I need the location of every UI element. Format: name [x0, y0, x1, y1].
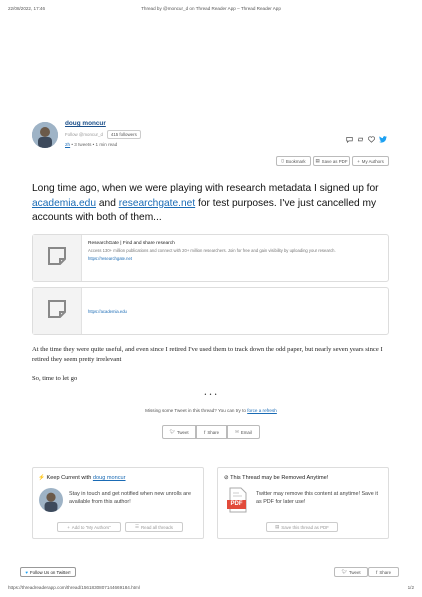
- lightning-icon: ⚡: [38, 475, 45, 481]
- link-card-title: ResearchGate | Find and share research: [88, 241, 175, 246]
- link-card-researchgate[interactable]: ResearchGate | Find and share research A…: [32, 234, 389, 282]
- link-card-description: Access 130+ million publications and con…: [88, 248, 336, 253]
- print-title: Thread by @moncur_d on Thread Reader App…: [141, 6, 281, 11]
- keep-current-panel: ⚡ Keep Current with doug moncur Stay in …: [32, 467, 204, 539]
- twitter-icon: 🐦︎: [341, 569, 347, 574]
- follow-us-button[interactable]: ♥︎ Follow Us on Twitter!: [20, 567, 76, 577]
- author-link[interactable]: doug moncur: [93, 475, 126, 481]
- link-card-url[interactable]: https://researchgate.net: [88, 256, 383, 261]
- my-authors-button[interactable]: + My Authors: [352, 156, 389, 166]
- document-placeholder-icon: [47, 299, 67, 324]
- bottom-tweet-button[interactable]: 🐦︎ Tweet: [334, 567, 368, 577]
- pdf-label: PDF: [230, 500, 243, 507]
- link-card-thumbnail: [33, 288, 82, 334]
- removal-title: This Thread may be Removed Anytime!: [230, 475, 329, 481]
- save-pdf-button[interactable]: ▤ Save as PDF: [313, 156, 350, 166]
- bottom-share-button[interactable]: f Share: [368, 567, 399, 577]
- facebook-share-button[interactable]: f Share: [196, 425, 227, 439]
- list-icon: ☰: [135, 524, 139, 529]
- keep-current-body: Stay in touch and get notified when new …: [69, 491, 191, 505]
- bookmark-button[interactable]: ▯ Bookmark: [276, 156, 311, 166]
- plus-icon: +: [357, 158, 360, 164]
- link-card-thumbnail: [33, 235, 82, 281]
- envelope-icon: ✉: [235, 429, 239, 434]
- tweet-share-button[interactable]: 🐦︎ Tweet: [162, 425, 196, 439]
- tweet-2-text: At the time they were quite useful, and …: [32, 346, 383, 363]
- print-url: https://threadreaderapp.com/thread/15618…: [8, 585, 140, 590]
- tweet-1-text: Long time ago, when we were playing with…: [32, 183, 379, 223]
- block-icon: ⊘: [224, 475, 229, 481]
- tweet-3-text: So, time to let go: [32, 375, 78, 382]
- save-thread-pdf-button[interactable]: ▤ Save this thread as PDF: [266, 522, 338, 532]
- missing-tweet-text: Missing some Tweet in this thread? You c…: [145, 408, 246, 413]
- followers-badge: 415 followers: [106, 130, 141, 139]
- researchgate-link[interactable]: researchgate.net: [119, 198, 195, 209]
- twitter-icon: 🐦︎: [169, 429, 175, 434]
- force-refresh-link[interactable]: force a refresh: [247, 408, 277, 413]
- removal-body: Twitter may remove this content at anyti…: [256, 491, 378, 505]
- facebook-icon: f: [203, 429, 206, 435]
- thread-separator: • • •: [204, 392, 218, 398]
- link-card-academia[interactable]: https://academia.edu: [32, 287, 389, 335]
- twitter-icon[interactable]: [379, 130, 387, 148]
- print-page-number: 1/2: [407, 585, 414, 590]
- link-card-url[interactable]: https://academia.edu: [88, 309, 127, 314]
- document-icon: ▤: [275, 524, 280, 529]
- follow-link[interactable]: Follow @moncur_d: [65, 132, 103, 137]
- facebook-icon: f: [375, 569, 378, 575]
- thread-meta: • 3 tweets • 1 min read: [71, 142, 118, 147]
- document-icon: ▤: [315, 158, 320, 163]
- pdf-icon: PDF: [227, 487, 249, 513]
- author-name-link[interactable]: doug moncur: [65, 120, 106, 127]
- retweet-icon[interactable]: [357, 130, 364, 148]
- heart-icon[interactable]: [368, 130, 375, 148]
- avatar[interactable]: [32, 122, 58, 148]
- thread-removal-panel: ⊘ This Thread may be Removed Anytime! PD…: [217, 467, 389, 539]
- read-all-threads-button[interactable]: ☰ Read all threads: [125, 522, 183, 532]
- add-to-my-authors-button[interactable]: + Add to "My Authors": [57, 522, 121, 532]
- thread-age-link[interactable]: 2h: [65, 142, 70, 147]
- document-placeholder-icon: [47, 246, 67, 271]
- plus-icon: +: [67, 524, 70, 530]
- avatar[interactable]: [39, 488, 63, 512]
- comment-icon[interactable]: [346, 130, 353, 148]
- twitter-icon: ♥︎: [25, 569, 28, 575]
- academia-link[interactable]: academia.edu: [32, 198, 96, 209]
- email-share-button[interactable]: ✉ Email: [227, 425, 260, 439]
- bookmark-icon: ▯: [281, 158, 284, 163]
- keep-current-title: Keep Current with: [46, 475, 92, 481]
